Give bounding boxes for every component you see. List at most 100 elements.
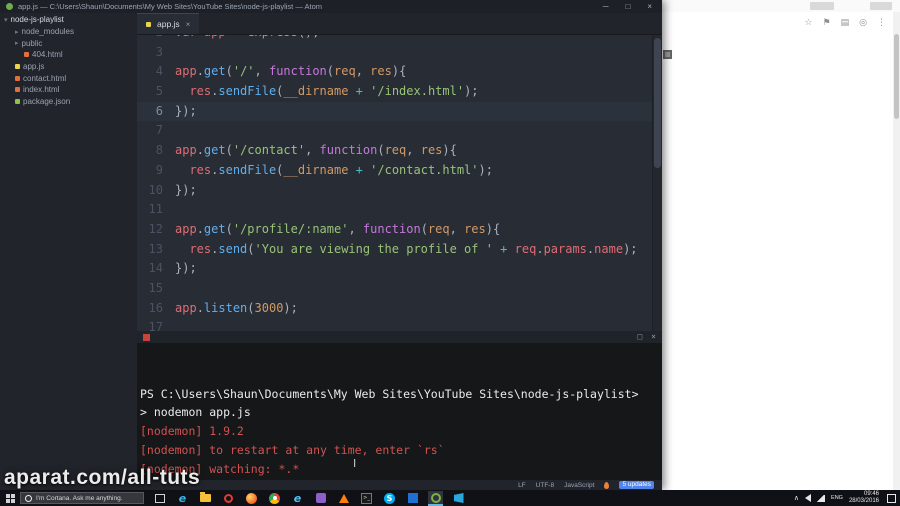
code-text: var app = express(); (175, 35, 320, 43)
code-text: app.get('/profile/:name', function(req, … (175, 221, 501, 236)
code-line-7[interactable]: 7 (137, 121, 652, 141)
vscode-icon[interactable] (451, 491, 466, 506)
code-line-15[interactable]: 15 (137, 279, 652, 299)
close-button[interactable]: × (647, 2, 652, 11)
minimize-button[interactable]: ─ (603, 2, 609, 11)
language-indicator[interactable]: ENG (831, 495, 843, 501)
line-number: 2 (137, 35, 175, 43)
status-items: LF UTF-8 JavaScript (518, 482, 594, 489)
atom-logo-icon (6, 3, 13, 10)
tree-item-label: 404.html (32, 50, 63, 60)
atom-icon[interactable] (428, 490, 443, 506)
action-center-icon[interactable] (887, 493, 896, 503)
edge-icon[interactable]: e (175, 491, 190, 506)
skype-icon[interactable]: S (382, 491, 397, 506)
watermark: aparat.com/all-tuts (4, 466, 201, 489)
code-line-17[interactable]: 17 (137, 318, 652, 331)
volume-icon[interactable] (805, 494, 812, 502)
cortana-icon (25, 494, 32, 502)
code-line-16[interactable]: 16 app.listen(3000); (137, 299, 652, 319)
code-line-4[interactable]: 4 app.get('/', function(req, res){ (137, 62, 652, 82)
terminal-close-icon[interactable]: × (651, 331, 656, 343)
code-line-3[interactable]: 3 (137, 43, 652, 63)
status-item-lf[interactable]: LF (518, 482, 526, 489)
cmd-glyph: >_ (361, 492, 372, 504)
tree-item-label: public (21, 38, 43, 48)
terminal-line: [nodemon] 1.9.2 (140, 424, 244, 439)
status-item-utf-8[interactable]: UTF-8 (536, 482, 554, 489)
clock-date: 28/03/2016 (848, 498, 879, 504)
terminal-panel-header: □ × (137, 331, 662, 343)
json-file-icon (15, 98, 20, 104)
photos-glyph (407, 493, 418, 503)
tree-item-node_modules[interactable]: ▸ node_modules (0, 26, 137, 38)
tree-item-404.html[interactable]: 404.html (0, 49, 137, 61)
code-line-14[interactable]: 14}); (137, 259, 652, 279)
code-line-8[interactable]: 8 app.get('/contact', function(req, res){ (137, 141, 652, 161)
js-file-icon (15, 64, 20, 70)
terminal-panel[interactable]: PS C:\Users\Shaun\Documents\My Web Sites… (137, 343, 662, 480)
tree-item-package.json[interactable]: package.json (0, 96, 137, 108)
editor-lines: 2var app = express();34app.get('/', func… (137, 35, 652, 331)
inactive-window-control-left[interactable] (810, 2, 834, 10)
code-line-11[interactable]: 11 (137, 200, 652, 220)
terminal-line: > nodemon app.js (140, 405, 251, 420)
cmd-icon[interactable]: >_ (359, 491, 374, 506)
terminal-status-icon[interactable] (143, 333, 150, 341)
network-icon[interactable] (817, 494, 826, 502)
cortana-search-box[interactable]: I'm Cortana. Ask me anything. (20, 492, 144, 504)
status-item-javascript[interactable]: JavaScript (564, 482, 594, 489)
tree-root-folder[interactable]: ▾ node-js-playlist (0, 13, 137, 26)
browser-scrollbar[interactable] (893, 12, 900, 490)
editor-scrollbar-thumb[interactable] (654, 38, 661, 168)
tree-item-app.js[interactable]: app.js (0, 61, 137, 73)
maximize-button[interactable]: □ (625, 2, 630, 11)
start-button[interactable] (0, 490, 20, 506)
code-line-12[interactable]: 12 app.get('/profile/:name', function(req… (137, 220, 652, 240)
tab-app-js[interactable]: app.js × (137, 13, 200, 34)
tree-item-label: contact.html (23, 73, 67, 83)
code-line-13[interactable]: 13 res.send('You are viewing the profile… (137, 240, 652, 260)
tab-label: app.js (157, 19, 180, 29)
media-player-icon[interactable] (313, 491, 328, 506)
opera-icon[interactable] (221, 491, 236, 506)
chevron-up-icon[interactable]: ∧ (794, 494, 799, 502)
file-explorer-icon[interactable] (198, 491, 213, 506)
tree-item-public[interactable]: ▸ public (0, 38, 137, 50)
chevron-down-icon: ▾ (4, 16, 8, 24)
ie-icon[interactable]: e (290, 491, 305, 506)
bookmarks-icon[interactable]: ▤ (841, 18, 850, 28)
code-line-2[interactable]: 2var app = express(); (137, 35, 652, 43)
clock[interactable]: 09:46 28/03/2016 (849, 491, 879, 506)
code-line-6[interactable]: 6}); (137, 101, 652, 122)
code-line-9[interactable]: 9 res.sendFile(__dirname + '/contact.htm… (137, 161, 652, 181)
code-line-10[interactable]: 10}); (137, 181, 652, 201)
tree-item-index.html[interactable]: index.html (0, 84, 137, 96)
task-view-button[interactable] (155, 493, 165, 503)
inactive-window-control-right[interactable] (870, 2, 892, 10)
code-editor[interactable]: 2var app = express();34app.get('/', func… (137, 35, 652, 331)
profile-icon[interactable]: ◎ (859, 18, 867, 28)
code-text: app.get('/', function(req, res){ (175, 64, 407, 79)
opera-glyph (224, 493, 233, 503)
browser-window: ☆ ⚑ ▤ ◎ ⋮ (662, 0, 900, 490)
chrome-icon[interactable] (267, 491, 282, 506)
star-icon[interactable]: ☆ (804, 18, 812, 28)
editor-scrollbar[interactable] (652, 35, 662, 331)
menu-icon[interactable]: ⋮ (877, 18, 886, 28)
tree-item-contact.html[interactable]: contact.html (0, 72, 137, 84)
chevron-right-icon: ▸ (15, 28, 19, 36)
tab-close-icon[interactable]: × (186, 20, 191, 29)
flag-icon[interactable]: ⚑ (823, 18, 831, 28)
line-number: 16 (148, 300, 163, 315)
terminal-maximize-icon[interactable]: □ (637, 331, 642, 343)
vlc-icon[interactable] (336, 491, 351, 506)
windows-logo-icon (5, 493, 15, 503)
browser-scrollbar-thumb[interactable] (894, 34, 899, 119)
updates-badge[interactable]: 5 updates (619, 481, 654, 489)
photos-icon[interactable] (405, 491, 420, 506)
terminal-line: PS C:\Users\Shaun\Documents\My Web Sites… (140, 386, 639, 401)
code-line-5[interactable]: 5 res.sendFile(__dirname + '/index.html'… (137, 82, 652, 102)
line-number: 15 (148, 280, 163, 295)
firefox-icon[interactable] (244, 491, 259, 506)
